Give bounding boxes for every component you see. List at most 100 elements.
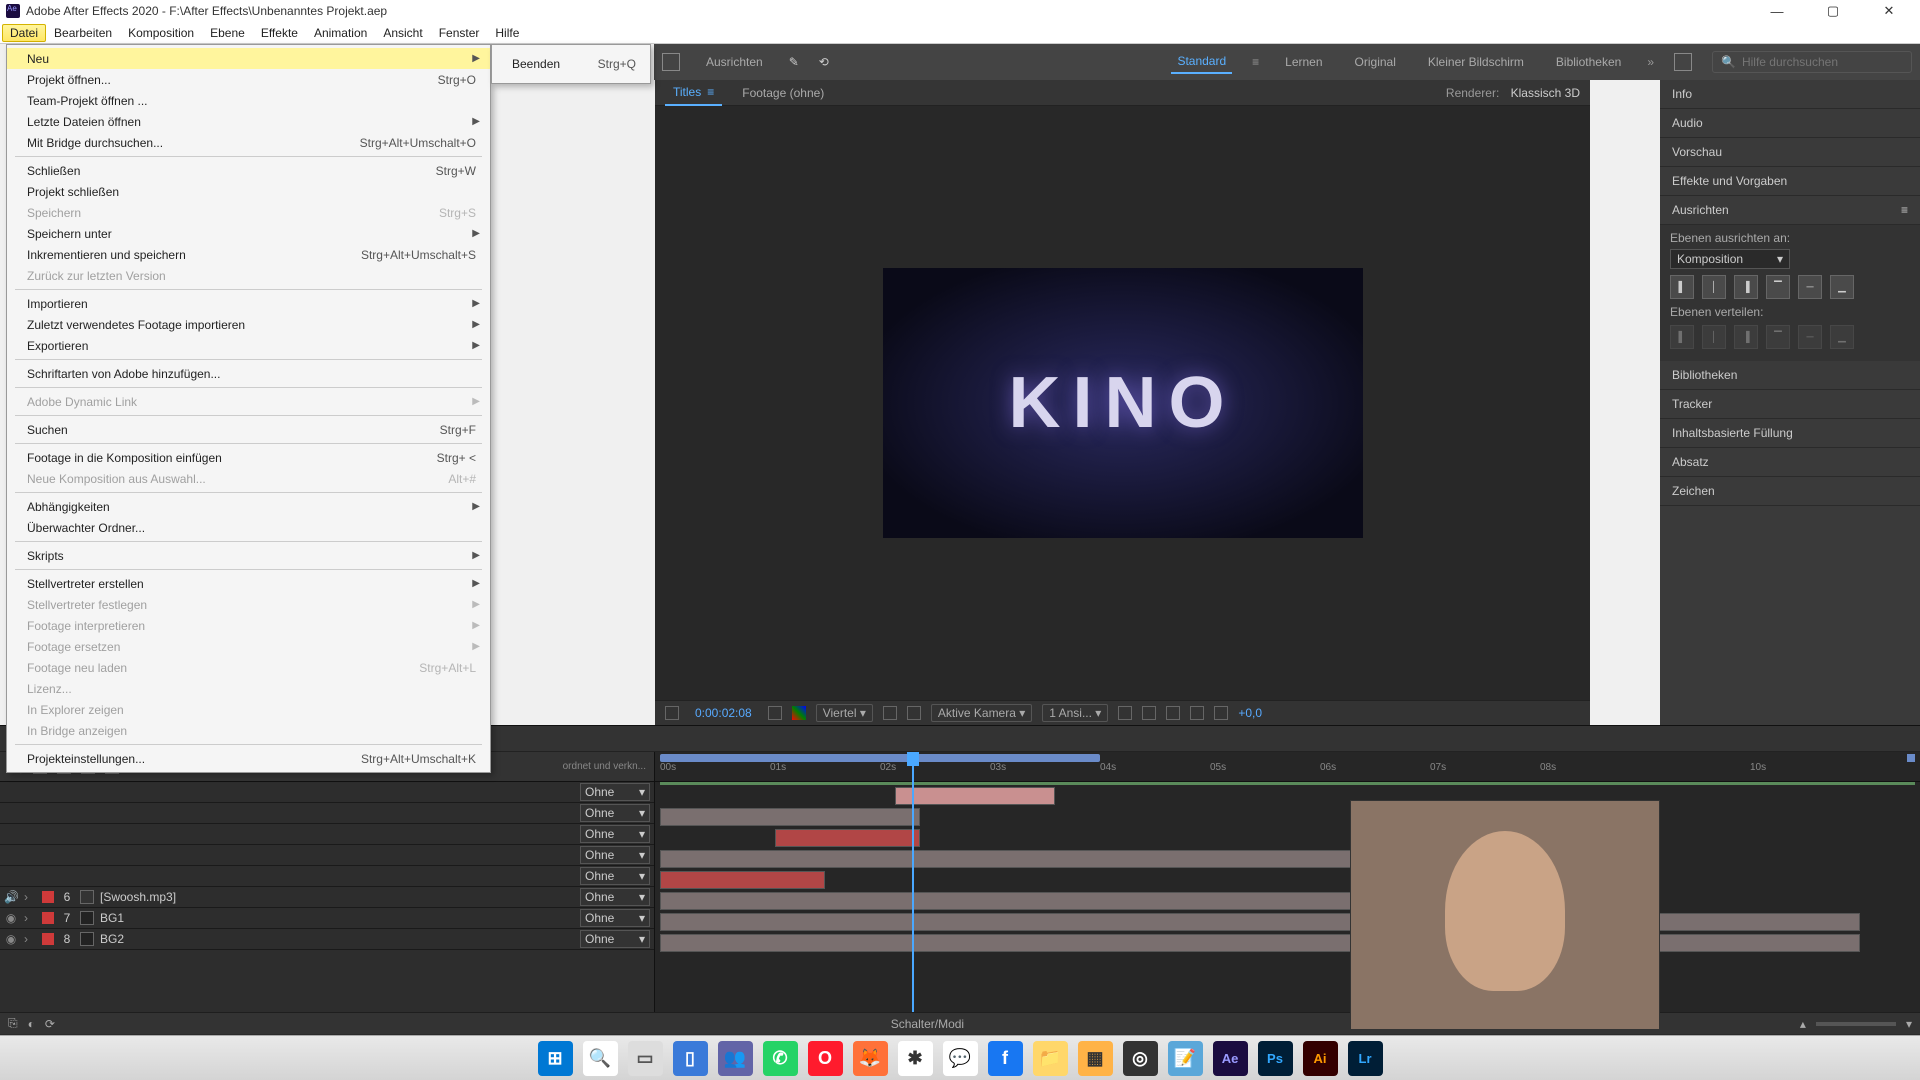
- facebook-icon[interactable]: f: [988, 1041, 1023, 1076]
- parent-select[interactable]: Ohne▾: [580, 867, 650, 885]
- align-vcenter-button[interactable]: ─: [1798, 275, 1822, 299]
- layer-expand-icon[interactable]: ›: [24, 932, 36, 946]
- parent-select[interactable]: Ohne▾: [580, 846, 650, 864]
- layer-row-hidden-1[interactable]: Ohne▾: [0, 782, 654, 803]
- menu-komposition[interactable]: Komposition: [120, 24, 202, 42]
- menu-item-footage-in-die-komposition-einf-gen[interactable]: Footage in die Komposition einfügenStrg+…: [7, 447, 490, 468]
- menu-ansicht[interactable]: Ansicht: [375, 24, 430, 42]
- menu-item-abh-ngigkeiten[interactable]: Abhängigkeiten▶: [7, 496, 490, 517]
- menu-item-inkrementieren-und-speichern[interactable]: Inkrementieren und speichernStrg+Alt+Ums…: [7, 244, 490, 265]
- lightroom-icon[interactable]: Lr: [1348, 1041, 1383, 1076]
- minimize-button[interactable]: —: [1762, 1, 1792, 21]
- align-left-button[interactable]: ▌: [1670, 275, 1694, 299]
- timecode-display[interactable]: 0:00:02:08: [689, 704, 758, 722]
- explorer-icon[interactable]: ▯: [673, 1041, 708, 1076]
- flowchart-icon[interactable]: [1190, 706, 1204, 720]
- start-button[interactable]: ⊞: [538, 1041, 573, 1076]
- help-search[interactable]: 🔍: [1712, 51, 1912, 73]
- align-right-button[interactable]: ▐: [1734, 275, 1758, 299]
- zoom-out-icon[interactable]: ▴: [1800, 1017, 1806, 1031]
- menu-animation[interactable]: Animation: [306, 24, 375, 42]
- views-select[interactable]: 1 Ansi... ▾: [1042, 704, 1108, 722]
- menu-item-stellvertreter-erstellen[interactable]: Stellvertreter erstellen▶: [7, 573, 490, 594]
- composition-viewer[interactable]: KINO: [655, 106, 1590, 700]
- file-explorer-icon[interactable]: 📁: [1033, 1041, 1068, 1076]
- workspace-tab-kleiner[interactable]: Kleiner Bildschirm: [1422, 51, 1530, 73]
- layer-name[interactable]: BG1: [100, 911, 220, 925]
- menu-item-exportieren[interactable]: Exportieren▶: [7, 335, 490, 356]
- layer-row-6[interactable]: 🔊 › 6 [Swoosh.mp3] Ohne▾: [0, 887, 654, 908]
- layer-row-hidden-2[interactable]: Ohne▾: [0, 803, 654, 824]
- firefox-icon[interactable]: 🦊: [853, 1041, 888, 1076]
- playhead[interactable]: [912, 752, 914, 1012]
- menu-fenster[interactable]: Fenster: [431, 24, 488, 42]
- comp-tab-titles[interactable]: Titles ≡: [665, 80, 722, 106]
- clip-bar-3[interactable]: [775, 829, 920, 847]
- zoom-slider[interactable]: [1816, 1022, 1896, 1026]
- parent-select[interactable]: Ohne▾: [580, 825, 650, 843]
- grid-icon[interactable]: [907, 706, 921, 720]
- switches-modes-label[interactable]: Schalter/Modi: [891, 1017, 964, 1031]
- align-hcenter-button[interactable]: │: [1702, 275, 1726, 299]
- clip-bar-1[interactable]: [895, 787, 1055, 805]
- tool-icon-1[interactable]: ✎: [789, 55, 799, 69]
- panel-tracker[interactable]: Tracker: [1660, 390, 1920, 419]
- menu-item-schriftarten-von-adobe-hinzuf-gen[interactable]: Schriftarten von Adobe hinzufügen...: [7, 363, 490, 384]
- fast-preview-icon[interactable]: [1142, 706, 1156, 720]
- clip-bar-2[interactable]: [660, 808, 920, 826]
- zoom-in-icon[interactable]: ▾: [1906, 1017, 1912, 1031]
- layer-row-hidden-4[interactable]: Ohne▾: [0, 845, 654, 866]
- tool-icon-2[interactable]: ⟲: [819, 55, 829, 69]
- help-search-input[interactable]: [1742, 55, 1903, 69]
- layer-color-swatch[interactable]: [42, 891, 54, 903]
- layer-expand-icon[interactable]: ›: [24, 890, 36, 904]
- menu-datei[interactable]: Datei: [2, 24, 46, 42]
- align-target-select[interactable]: Komposition▾: [1670, 249, 1790, 269]
- layer-row-hidden-3[interactable]: Ohne▾: [0, 824, 654, 845]
- panel-zeichen[interactable]: Zeichen: [1660, 477, 1920, 506]
- layer-color-swatch[interactable]: [42, 912, 54, 924]
- panel-vorschau[interactable]: Vorschau: [1660, 138, 1920, 167]
- align-bottom-button[interactable]: ▁: [1830, 275, 1854, 299]
- panel-absatz[interactable]: Absatz: [1660, 448, 1920, 477]
- menu-item-schlie-en[interactable]: SchließenStrg+W: [7, 160, 490, 181]
- whatsapp-icon[interactable]: ✆: [763, 1041, 798, 1076]
- parent-select[interactable]: Ohne▾: [580, 930, 650, 948]
- menu-item-team-projekt-ffnen[interactable]: Team-Projekt öffnen ...: [7, 90, 490, 111]
- snap-checkbox[interactable]: [662, 53, 680, 71]
- frame-blend-icon[interactable]: ◐: [28, 1017, 35, 1031]
- parent-select[interactable]: Ohne▾: [580, 888, 650, 906]
- align-top-button[interactable]: ▔: [1766, 275, 1790, 299]
- resolution-select[interactable]: Viertel ▾: [816, 704, 873, 722]
- menu-ebene[interactable]: Ebene: [202, 24, 253, 42]
- after-effects-icon[interactable]: Ae: [1213, 1041, 1248, 1076]
- workspace-tab-biblio[interactable]: Bibliotheken: [1550, 51, 1627, 73]
- menu-item-beenden[interactable]: Beenden Strg+Q: [492, 53, 650, 75]
- illustrator-icon[interactable]: Ai: [1303, 1041, 1338, 1076]
- obs-icon[interactable]: ◎: [1123, 1041, 1158, 1076]
- menu-item-projekteinstellungen[interactable]: Projekteinstellungen...Strg+Alt+Umschalt…: [7, 748, 490, 769]
- layer-color-swatch[interactable]: [42, 933, 54, 945]
- clip-bar-5[interactable]: [660, 871, 825, 889]
- clip-bar-7-bg1[interactable]: [660, 913, 1860, 931]
- workspace-tab-original[interactable]: Original: [1349, 51, 1402, 73]
- tab-menu-icon[interactable]: ≡: [707, 85, 714, 99]
- audio-toggle-icon[interactable]: 🔊: [4, 890, 18, 904]
- magnification-icon[interactable]: [665, 706, 679, 720]
- panel-ausrichten[interactable]: Ausrichten≡: [1660, 196, 1920, 225]
- menu-item-letzte-dateien-ffnen[interactable]: Letzte Dateien öffnen▶: [7, 111, 490, 132]
- panel-inhaltsbasiert[interactable]: Inhaltsbasierte Füllung: [1660, 419, 1920, 448]
- workspace-overflow-icon[interactable]: »: [1647, 55, 1654, 69]
- menu-item-neu[interactable]: Neu▶: [7, 48, 490, 69]
- layer-row-hidden-5[interactable]: Ohne▾: [0, 866, 654, 887]
- menu-item-speichern-unter[interactable]: Speichern unter▶: [7, 223, 490, 244]
- motion-blur-toggle-icon[interactable]: ⟳: [45, 1017, 55, 1031]
- timeline-track-area[interactable]: 00s 01s 02s 03s 04s 05s 06s 07s 08s 10s: [655, 752, 1920, 1012]
- parent-select[interactable]: Ohne▾: [580, 909, 650, 927]
- menu-item-projekt-ffnen[interactable]: Projekt öffnen...Strg+O: [7, 69, 490, 90]
- menu-item-projekt-schlie-en[interactable]: Projekt schließen: [7, 181, 490, 202]
- clip-bar-8-bg2[interactable]: [660, 934, 1860, 952]
- menu-item-importieren[interactable]: Importieren▶: [7, 293, 490, 314]
- photoshop-icon[interactable]: Ps: [1258, 1041, 1293, 1076]
- teams-icon[interactable]: 👥: [718, 1041, 753, 1076]
